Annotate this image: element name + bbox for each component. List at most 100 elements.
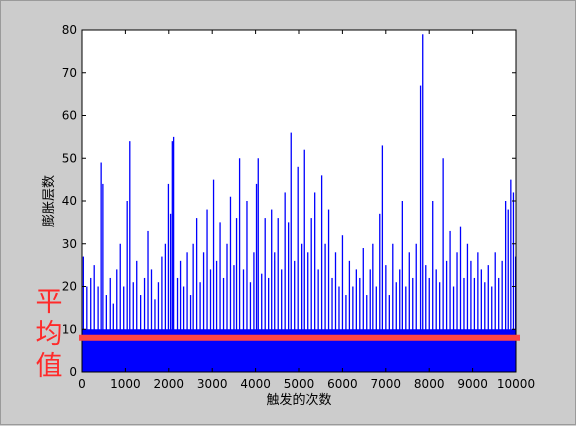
bar xyxy=(297,166,299,372)
bar xyxy=(372,243,374,372)
bar xyxy=(338,286,340,372)
y-tick-label: 10 xyxy=(62,322,77,336)
x-tick-label: 7000 xyxy=(371,377,402,391)
bar xyxy=(415,243,417,372)
bar xyxy=(264,218,266,372)
bar xyxy=(82,256,85,372)
bar xyxy=(491,286,493,372)
bar xyxy=(327,209,330,372)
bar xyxy=(375,286,377,372)
bar xyxy=(212,179,215,372)
bar xyxy=(167,183,170,372)
bar-chart: 0 1000 2000 3000 4000 5000 6000 7000 8000 9000 100… xyxy=(36,23,536,408)
bar xyxy=(392,243,394,372)
bar xyxy=(439,282,441,372)
bar xyxy=(136,260,138,372)
bar xyxy=(307,252,309,372)
bar xyxy=(445,260,448,372)
y-tick-label: 0 xyxy=(69,365,77,379)
bar xyxy=(189,295,192,372)
bar xyxy=(199,282,201,372)
bar xyxy=(192,243,194,372)
bar xyxy=(93,265,95,372)
bar xyxy=(405,286,407,372)
bar xyxy=(277,218,279,372)
y-tick-label: 80 xyxy=(62,23,77,37)
bar xyxy=(432,201,434,372)
mean-annotation-char: 均 xyxy=(36,319,63,350)
bar xyxy=(501,260,503,372)
x-tick-label: 3000 xyxy=(197,377,228,391)
bar xyxy=(504,201,507,372)
x-tick-label: 6000 xyxy=(327,377,358,391)
mean-annotation-char: 平 xyxy=(36,287,63,318)
bar xyxy=(268,277,270,372)
bar xyxy=(157,282,160,372)
bar xyxy=(477,252,479,372)
bar xyxy=(209,269,212,372)
bar xyxy=(164,243,167,372)
y-tick-label: 50 xyxy=(62,151,77,165)
bar xyxy=(119,243,121,372)
bar xyxy=(235,218,238,372)
bar xyxy=(334,252,337,372)
bar xyxy=(456,252,458,372)
bar xyxy=(362,248,364,372)
bar xyxy=(345,295,347,372)
bar xyxy=(97,286,99,372)
bar xyxy=(90,277,92,372)
bar xyxy=(253,252,255,372)
bar xyxy=(215,260,218,372)
bar xyxy=(109,277,111,372)
bar xyxy=(473,277,476,372)
bar xyxy=(301,243,303,372)
x-tick-label: 0 xyxy=(78,377,86,391)
x-tick-label: 4000 xyxy=(240,377,271,391)
bar xyxy=(484,282,486,372)
bar xyxy=(249,282,252,372)
bar xyxy=(498,277,500,372)
bar xyxy=(261,273,263,372)
bar xyxy=(459,226,462,372)
y-tick-label: 30 xyxy=(62,237,77,251)
bar xyxy=(419,85,422,372)
bar xyxy=(385,265,387,372)
x-tick-label: 10000 xyxy=(497,377,535,391)
bar xyxy=(139,295,142,372)
bar xyxy=(408,252,410,372)
bar xyxy=(123,286,125,372)
bar xyxy=(449,230,451,372)
bar xyxy=(195,218,198,372)
x-tick-label: 8000 xyxy=(414,377,445,391)
bar xyxy=(226,243,228,372)
y-tick-label: 20 xyxy=(62,280,77,294)
x-tick-label: 2000 xyxy=(154,377,185,391)
bar xyxy=(242,269,245,372)
y-tick-label: 70 xyxy=(62,66,77,80)
bar xyxy=(435,269,437,372)
bar xyxy=(320,175,323,372)
bar xyxy=(206,209,208,372)
bar xyxy=(176,277,179,372)
bar xyxy=(271,209,273,372)
bar xyxy=(310,218,312,372)
bar xyxy=(105,295,108,372)
x-tick-label: 5000 xyxy=(284,377,315,391)
bar xyxy=(412,277,414,372)
bar xyxy=(395,282,397,372)
y-tick-label: 60 xyxy=(62,109,77,123)
bar xyxy=(284,192,286,372)
bar xyxy=(507,209,509,372)
bar xyxy=(150,269,153,372)
bar xyxy=(86,286,88,372)
bar xyxy=(102,183,104,372)
bar xyxy=(182,286,185,372)
bar xyxy=(379,213,381,372)
y-axis-label: 膨胀层数 xyxy=(42,175,57,227)
bar xyxy=(348,260,351,372)
bar xyxy=(287,222,290,372)
bar xyxy=(255,183,258,372)
bar xyxy=(494,252,496,372)
bar xyxy=(219,222,221,372)
bar xyxy=(324,243,326,372)
